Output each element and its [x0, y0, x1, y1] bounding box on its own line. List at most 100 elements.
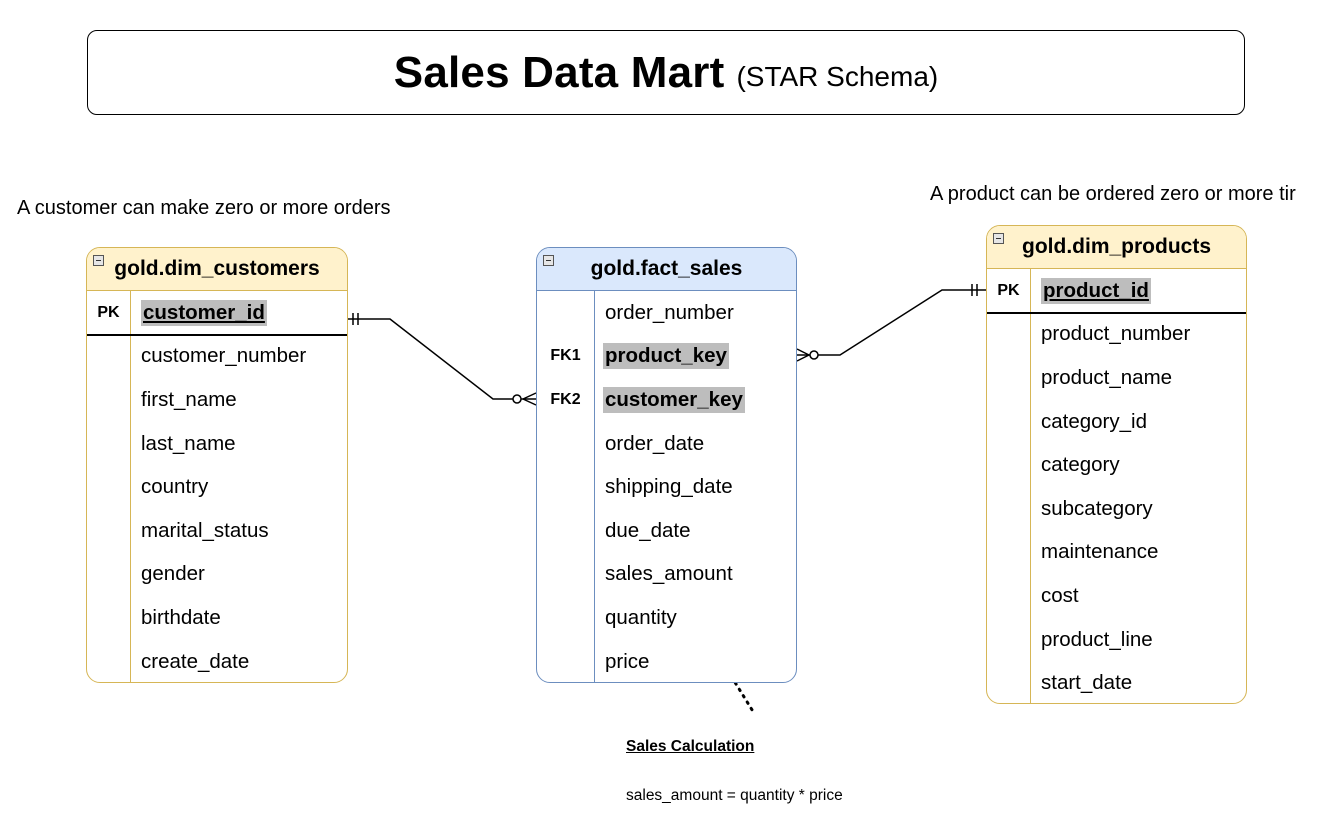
field-name: order_number — [605, 300, 734, 324]
collapse-icon[interactable] — [93, 255, 104, 266]
key-cell — [537, 553, 594, 597]
field-row: category — [987, 443, 1246, 487]
pk-row: PK product_id — [987, 269, 1246, 313]
fact-product-crow-1 — [796, 348, 810, 356]
calc-formula: sales_amount = quantity * price — [626, 787, 843, 804]
collapse-icon[interactable] — [543, 255, 554, 266]
fact-customer-zero-mark — [512, 394, 522, 404]
fact-customer-crow-1 — [522, 392, 537, 400]
field-row: sales_amount — [537, 553, 796, 597]
fact-product-crow-2 — [796, 354, 810, 362]
key-cell — [537, 509, 594, 553]
field-row: product_number — [987, 313, 1246, 357]
key-cell — [87, 596, 130, 640]
fk-label: FK1 — [550, 347, 581, 365]
field-row: last_name — [87, 422, 347, 466]
field-row: birthdate — [87, 596, 347, 640]
key-cell — [537, 291, 594, 335]
field-name: due_date — [605, 518, 691, 542]
field-row: gender — [87, 553, 347, 597]
pk-label: PK — [97, 303, 120, 321]
fk-row: FK2 customer_key — [537, 378, 796, 422]
field-row: marital_status — [87, 509, 347, 553]
key-cell — [987, 531, 1030, 575]
field-name: marital_status — [141, 518, 269, 542]
field-name: category_id — [1041, 409, 1147, 433]
field-row: subcategory — [987, 487, 1246, 531]
field-name: product_name — [1041, 365, 1173, 389]
field-row: product_name — [987, 356, 1246, 400]
field-name: quantity — [605, 605, 677, 629]
key-cell — [87, 465, 130, 509]
field-name: country — [141, 475, 209, 499]
field-row: due_date — [537, 509, 796, 553]
field-row: product_line — [987, 618, 1246, 662]
field-name: last_name — [141, 431, 236, 455]
fact-product-zero-mark — [809, 350, 819, 360]
pk-row: PK customer_id — [87, 291, 347, 335]
field-name: shipping_date — [605, 475, 733, 499]
table-dim-products[interactable]: gold.dim_products PK product_id product_… — [986, 225, 1247, 704]
field-name: product_line — [1041, 627, 1153, 651]
field-name: gender — [141, 562, 205, 586]
table-header: gold.dim_customers — [87, 248, 347, 291]
key-cell — [987, 574, 1030, 618]
key-cell — [987, 443, 1030, 487]
key-cell — [987, 618, 1030, 662]
customer-fact-connector — [348, 318, 536, 400]
table-header: gold.fact_sales — [537, 248, 796, 291]
field-name: birthdate — [141, 605, 221, 629]
key-cell — [987, 661, 1030, 703]
fk-row: FK1 product_key — [537, 335, 796, 379]
field-name: first_name — [141, 387, 237, 411]
field-row: quantity — [537, 596, 796, 640]
collapse-icon[interactable] — [993, 233, 1004, 244]
key-cell — [87, 640, 130, 682]
field-row: start_date — [987, 661, 1246, 703]
field-row: maintenance — [987, 531, 1246, 575]
table-header: gold.dim_products — [987, 226, 1246, 269]
product-fact-connector — [797, 289, 986, 356]
key-cell — [87, 335, 130, 379]
field-name: create_date — [141, 649, 250, 673]
table-name: gold.dim_products — [1022, 235, 1211, 258]
pk-field: product_id — [1041, 277, 1151, 304]
key-cell — [537, 596, 594, 640]
field-name: price — [605, 649, 650, 673]
key-cell — [87, 378, 130, 422]
key-cell — [987, 487, 1030, 531]
key-cell — [87, 422, 130, 466]
field-row: order_date — [537, 422, 796, 466]
field-row: order_number — [537, 291, 796, 335]
field-row: cost — [987, 574, 1246, 618]
pk-field: customer_id — [141, 299, 267, 326]
key-cell — [987, 313, 1030, 357]
key-cell — [87, 553, 130, 597]
field-name: category — [1041, 453, 1120, 477]
table-fact-sales[interactable]: gold.fact_sales order_number FK1 product_k… — [536, 247, 797, 683]
field-row: create_date — [87, 640, 347, 682]
key-cell — [537, 640, 594, 682]
table-dim-customers[interactable]: gold.dim_customers PK customer_id custom… — [86, 247, 348, 683]
table-name: gold.dim_customers — [114, 257, 320, 280]
field-row: customer_number — [87, 335, 347, 379]
key-cell — [987, 356, 1030, 400]
key-cell — [87, 509, 130, 553]
field-row: category_id — [987, 400, 1246, 444]
field-name: subcategory — [1041, 496, 1153, 520]
field-name: cost — [1041, 583, 1079, 607]
field-row: shipping_date — [537, 465, 796, 509]
field-name: sales_amount — [605, 562, 733, 586]
table-name: gold.fact_sales — [590, 257, 743, 280]
field-name: start_date — [1041, 671, 1133, 695]
field-row: price — [537, 640, 796, 682]
key-cell — [987, 400, 1030, 444]
field-name: order_date — [605, 431, 705, 455]
fk-field: product_key — [603, 343, 729, 370]
field-name: maintenance — [1041, 540, 1159, 564]
calc-title: Sales Calculation — [626, 738, 755, 755]
field-row: country — [87, 465, 347, 509]
fact-customer-crow-2 — [522, 398, 537, 406]
field-row: first_name — [87, 378, 347, 422]
fk-label: FK2 — [550, 390, 581, 408]
